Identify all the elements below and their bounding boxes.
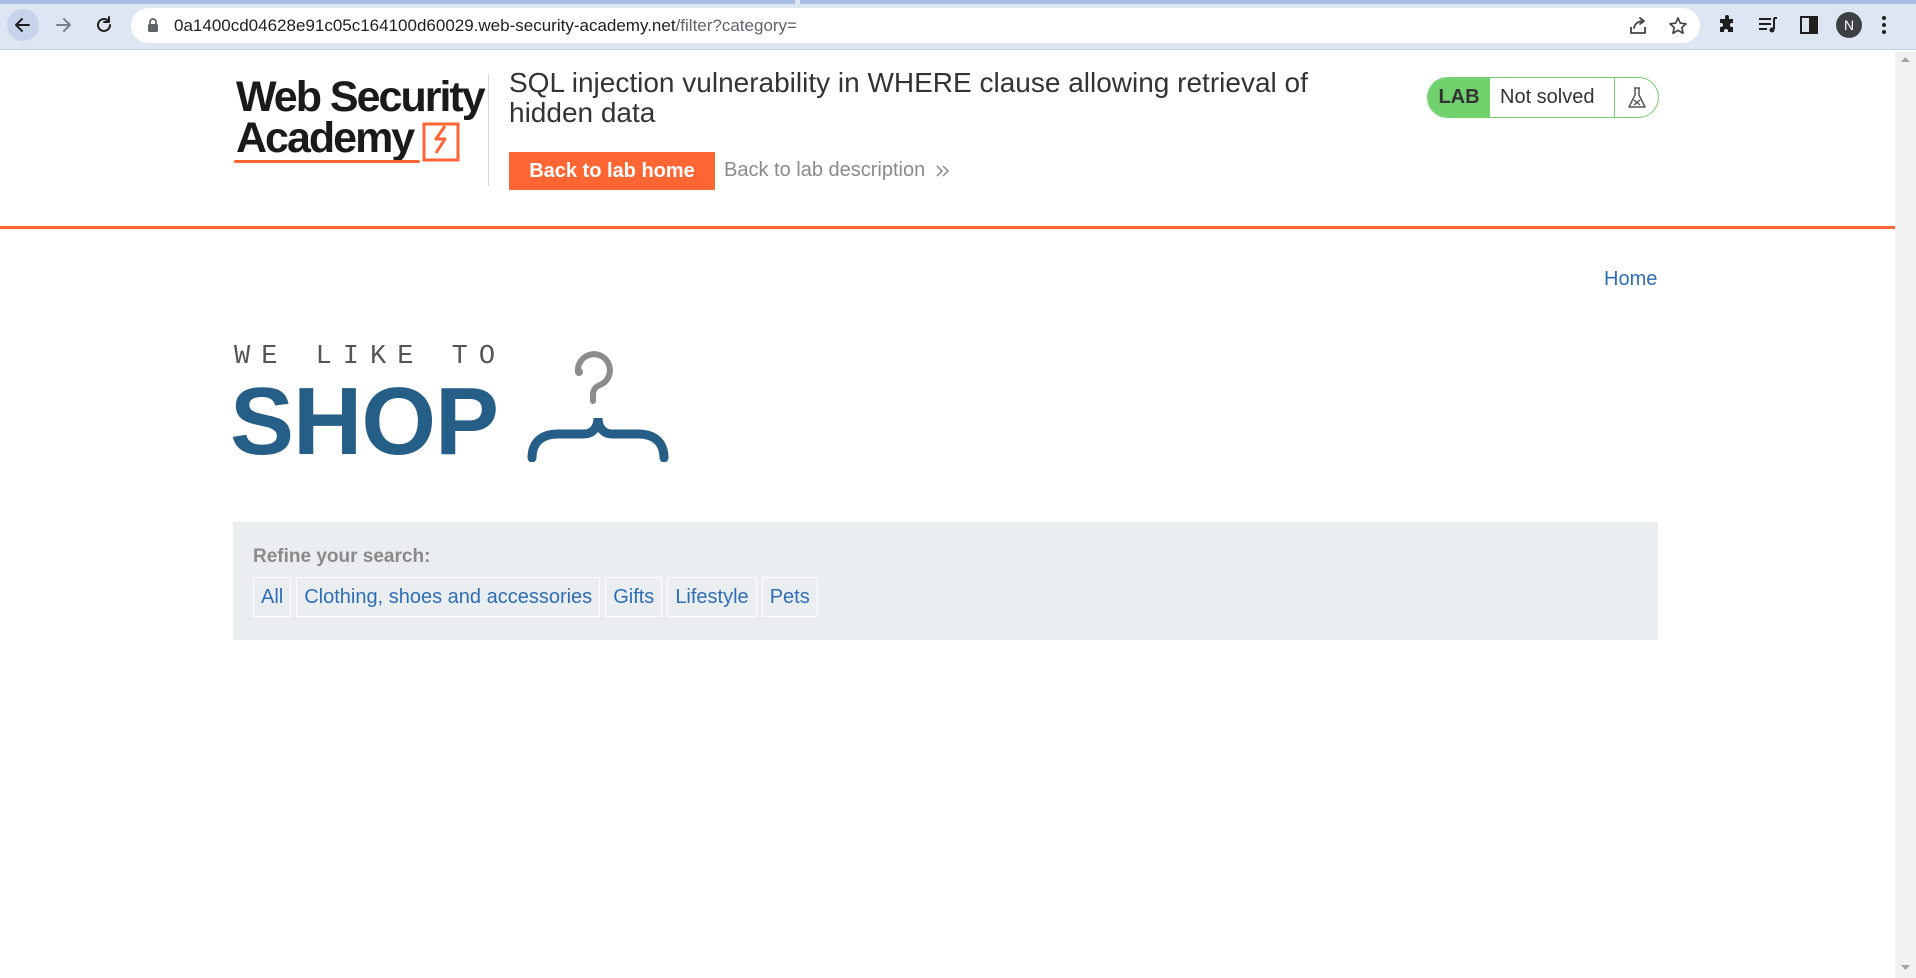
address-bar[interactable]: 0a1400cd04628e91c05c164100d60029.web-sec… bbox=[131, 8, 1700, 43]
hanger-icon bbox=[527, 351, 669, 462]
tab-strip-edge-left bbox=[0, 0, 795, 4]
forward-button[interactable] bbox=[47, 9, 79, 41]
web-security-academy-logo[interactable]: Web Security Academy bbox=[234, 74, 486, 166]
scroll-down-arrow-icon[interactable] bbox=[1899, 961, 1912, 975]
profile-avatar[interactable]: N bbox=[1836, 12, 1862, 38]
reload-button[interactable] bbox=[88, 9, 120, 41]
category-filter-pets[interactable]: Pets bbox=[761, 577, 818, 617]
filter-panel: Refine your search: All Clothing, shoes … bbox=[233, 522, 1658, 640]
share-icon[interactable] bbox=[1627, 15, 1649, 37]
category-filter-all[interactable]: All bbox=[253, 577, 292, 617]
back-to-lab-home-button[interactable]: Back to lab home bbox=[509, 152, 715, 190]
flask-icon bbox=[1627, 86, 1646, 108]
double-chevron-right-icon bbox=[936, 164, 950, 177]
filter-label: Refine your search: bbox=[253, 546, 431, 567]
browser-toolbar: 0a1400cd04628e91c05c164100d60029.web-sec… bbox=[0, 0, 1916, 50]
category-filter-clothing[interactable]: Clothing, shoes and accessories bbox=[296, 577, 601, 617]
logo-line-1: Web Security bbox=[236, 73, 486, 121]
url-path: /filter?category= bbox=[675, 16, 797, 35]
lab-title: SQL injection vulnerability in WHERE cla… bbox=[509, 67, 1308, 128]
flask-button[interactable] bbox=[1615, 78, 1658, 117]
lock-icon[interactable] bbox=[145, 17, 161, 33]
logo-spark-icon bbox=[422, 122, 460, 162]
reload-icon bbox=[97, 16, 111, 32]
logo-underline bbox=[234, 160, 420, 163]
category-filter-lifestyle[interactable]: Lifestyle bbox=[667, 577, 757, 617]
back-button[interactable] bbox=[7, 9, 39, 41]
page-scrollbar[interactable] bbox=[1895, 51, 1916, 978]
tab-strip-edge bbox=[0, 0, 1916, 4]
tab-strip-edge-right bbox=[800, 0, 1916, 4]
category-filter-list: All Clothing, shoes and accessories Gift… bbox=[253, 577, 823, 617]
header-divider bbox=[488, 74, 489, 186]
we-like-to-shop-logo: WE LIKE TO SHOP bbox=[230, 338, 672, 475]
lab-status-text: Not solved bbox=[1490, 78, 1615, 117]
extensions-icon[interactable] bbox=[1716, 13, 1740, 37]
logo-line-2: Academy bbox=[236, 114, 415, 162]
back-to-lab-description-link[interactable]: Back to lab description bbox=[724, 159, 950, 182]
lab-status-widget: LAB Not solved bbox=[1427, 77, 1659, 118]
shop-logo-word: SHOP bbox=[230, 368, 499, 475]
menu-icon[interactable] bbox=[1872, 13, 1896, 37]
url-text[interactable]: 0a1400cd04628e91c05c164100d60029.web-sec… bbox=[174, 16, 797, 36]
lab-badge: LAB bbox=[1428, 78, 1490, 117]
media-icon[interactable] bbox=[1756, 13, 1780, 37]
star-icon[interactable] bbox=[1667, 15, 1689, 37]
scroll-up-arrow-icon[interactable] bbox=[1899, 52, 1912, 66]
category-filter-gifts[interactable]: Gifts bbox=[605, 577, 663, 617]
side-panel-icon[interactable] bbox=[1797, 13, 1821, 37]
back-to-lab-description-label: Back to lab description bbox=[724, 159, 926, 181]
home-link[interactable]: Home bbox=[1604, 268, 1657, 291]
back-icon bbox=[15, 18, 30, 32]
url-host: 0a1400cd04628e91c05c164100d60029.web-sec… bbox=[174, 16, 676, 35]
forward-icon bbox=[56, 18, 71, 32]
